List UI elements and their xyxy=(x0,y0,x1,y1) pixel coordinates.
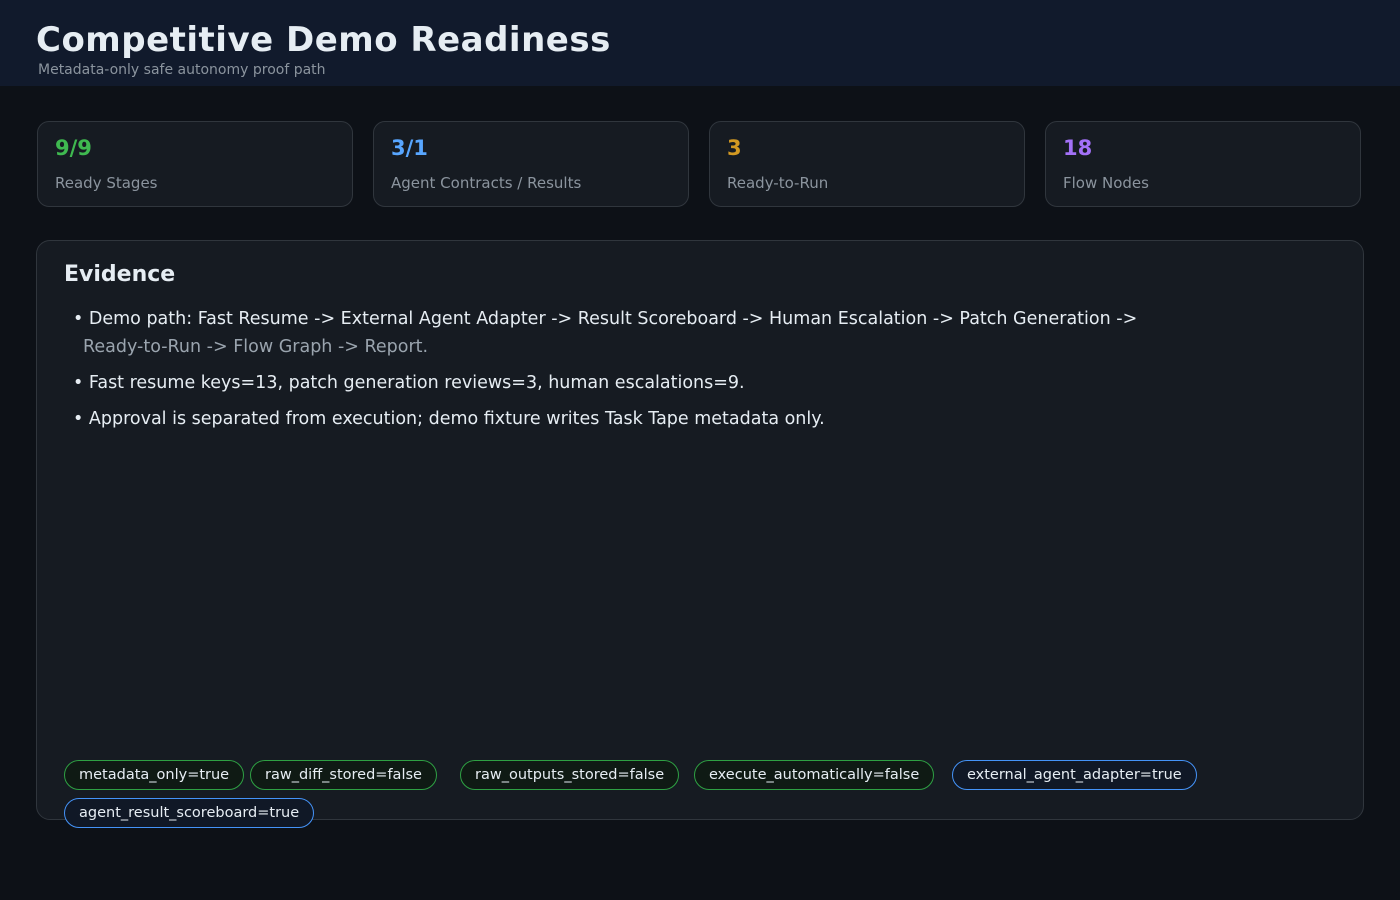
evidence-bullet-demo-path-continued: Ready-to-Run -> Flow Graph -> Report. xyxy=(83,337,429,357)
flag-execute-automatically: execute_automatically=false xyxy=(694,760,935,790)
flag-raw-diff-stored: raw_diff_stored=false xyxy=(250,760,437,790)
stat-value: 18 xyxy=(1063,136,1093,160)
stat-label: Ready-to-Run xyxy=(727,174,829,192)
evidence-bullet-demo-path: • Demo path: Fast Resume -> External Age… xyxy=(73,309,1138,329)
stat-card-ready-stages: 9/9 Ready Stages xyxy=(37,121,353,207)
flag-metadata-only: metadata_only=true xyxy=(64,760,245,790)
stat-card-ready-to-run: 3 Ready-to-Run xyxy=(709,121,1025,207)
stat-card-agent-contracts: 3/1 Agent Contracts / Results xyxy=(373,121,689,207)
page-title: Competitive Demo Readiness xyxy=(36,20,611,60)
stat-value: 3 xyxy=(727,136,742,160)
flag-raw-outputs-stored: raw_outputs_stored=false xyxy=(460,760,680,790)
stat-value: 3/1 xyxy=(391,136,428,160)
evidence-bullet-metrics: • Fast resume keys=13, patch generation … xyxy=(73,373,745,393)
flag-agent-result-scoreboard: agent_result_scoreboard=true xyxy=(64,798,315,828)
stat-label: Flow Nodes xyxy=(1063,174,1149,192)
flag-external-agent-adapter: external_agent_adapter=true xyxy=(952,760,1197,790)
evidence-panel: Evidence • Demo path: Fast Resume -> Ext… xyxy=(36,240,1364,828)
page-subtitle: Metadata-only safe autonomy proof path xyxy=(38,62,326,78)
page-header: Competitive Demo Readiness Metadata-only… xyxy=(0,0,1400,86)
evidence-title: Evidence xyxy=(64,262,176,287)
stat-label: Agent Contracts / Results xyxy=(391,174,582,192)
stat-card-flow-nodes: 18 Flow Nodes xyxy=(1045,121,1361,207)
stat-label: Ready Stages xyxy=(55,174,158,192)
stat-value: 9/9 xyxy=(55,136,92,160)
evidence-bullet-approval: • Approval is separated from execution; … xyxy=(73,409,825,429)
